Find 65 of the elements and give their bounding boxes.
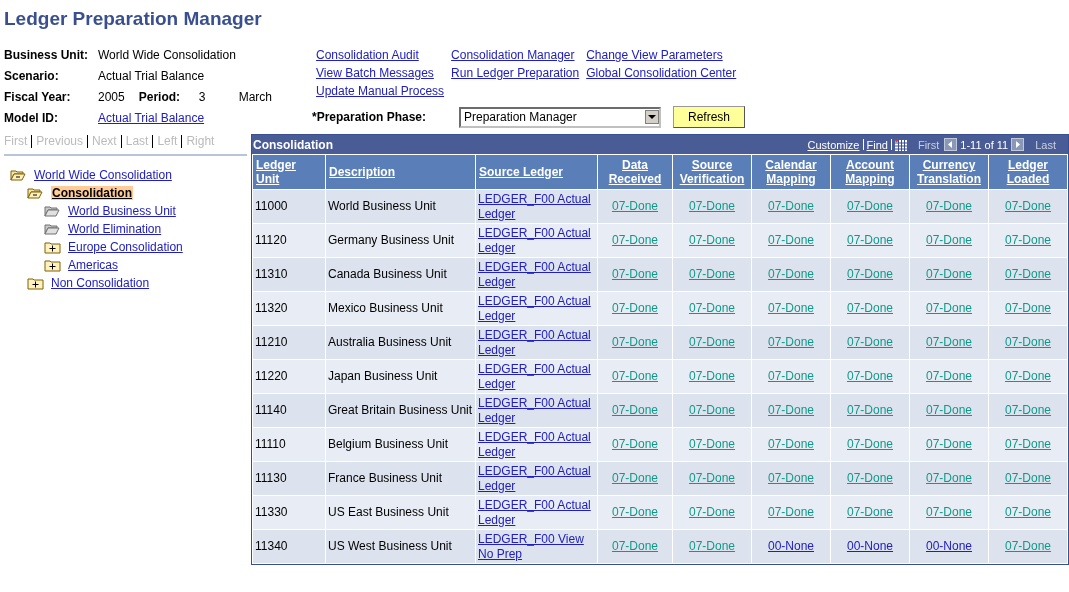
tree-item[interactable]: World Wide Consolidation [34,168,172,182]
open-folder-icon [10,168,27,182]
field-value: March [238,90,273,104]
phase-dropdown[interactable]: Preparation Manager [459,106,661,128]
table-cell: 11320 [255,301,288,315]
table-cell: US West Business Unit [328,539,452,553]
nav-link[interactable]: Global Consolidation Center [586,66,737,80]
tree-item[interactable]: Americas [68,258,118,272]
refresh-button[interactable]: Refresh [673,106,746,128]
table-cell: Australia Business Unit [328,335,452,349]
table-cell: World Business Unit [328,199,436,213]
tree-item[interactable]: Non Consolidation [51,276,150,290]
model-link[interactable]: Actual Trial Balance [98,111,205,125]
plus-folder-icon [44,258,61,272]
field-value: World Wide Consolidation [98,48,236,62]
nav-link[interactable]: Update Manual Process [316,84,445,98]
table-cell: Belgium Business Unit [328,437,449,451]
tree-item[interactable]: World Elimination [68,222,162,236]
open-folder-icon [27,186,44,200]
tree-item[interactable]: World Business Unit [68,204,176,218]
tree-item[interactable]: Consolidation [51,186,133,200]
nav-link[interactable]: Run Ledger Preparation [451,66,580,80]
table-cell: 11310 [255,267,288,281]
table-cell: Mexico Business Unit [328,301,443,315]
table-cell: France Business Unit [328,471,443,485]
table-cell: 11130 [255,471,287,485]
plus-folder-icon [27,276,44,290]
nav-link[interactable]: Consolidation Audit [316,48,445,62]
grid-icon[interactable] [894,138,907,151]
field-label: Business Unit: [4,48,89,62]
field-value: 2005 [98,90,125,104]
table-cell: Japan Business Unit [328,369,438,383]
table-cell: Canada Business Unit [328,267,447,281]
plus-folder-icon [44,240,61,254]
grid-link[interactable]: Find [866,138,888,151]
field-label: Scenario: [4,69,60,83]
pager-label: Last [1035,138,1056,151]
field-value: 3 [198,90,207,104]
table-cell: 11220 [255,369,288,383]
tree-item[interactable]: Europe Consolidation [68,240,183,254]
nav-link[interactable]: View Batch Messages [316,66,445,80]
nav-link[interactable]: Consolidation Manager [451,48,580,62]
table-cell: 11140 [255,403,287,417]
nav-link[interactable]: Change View Parameters [586,48,737,62]
table-cell: 11210 [255,335,288,349]
pager-label: First [917,138,940,151]
page-title: Ledger Preparation Manager [4,8,262,30]
pager-range: 1-11 of 11 [960,138,1009,151]
table-cell: 11330 [255,505,288,519]
table-cell: Germany Business Unit [328,233,455,247]
grid-title: Consolidation [253,137,333,152]
folder-icon [44,204,61,218]
field-value: Actual Trial Balance [98,69,205,83]
folder-icon [44,222,61,236]
field-label: Model ID: [4,111,59,125]
table-cell: 11120 [255,233,287,247]
table-cell: 11340 [255,539,288,553]
table-cell: 11110 [255,437,286,451]
field-label: *Preparation Phase: [312,110,428,124]
table-cell: Great Britain Business Unit [328,403,473,417]
grid-link[interactable]: Customize [807,138,860,151]
table-cell: 11000 [255,199,288,213]
field-label: Period: [138,90,182,104]
field-label: Fiscal Year: [4,90,72,104]
table-cell: US East Business Unit [328,505,449,519]
